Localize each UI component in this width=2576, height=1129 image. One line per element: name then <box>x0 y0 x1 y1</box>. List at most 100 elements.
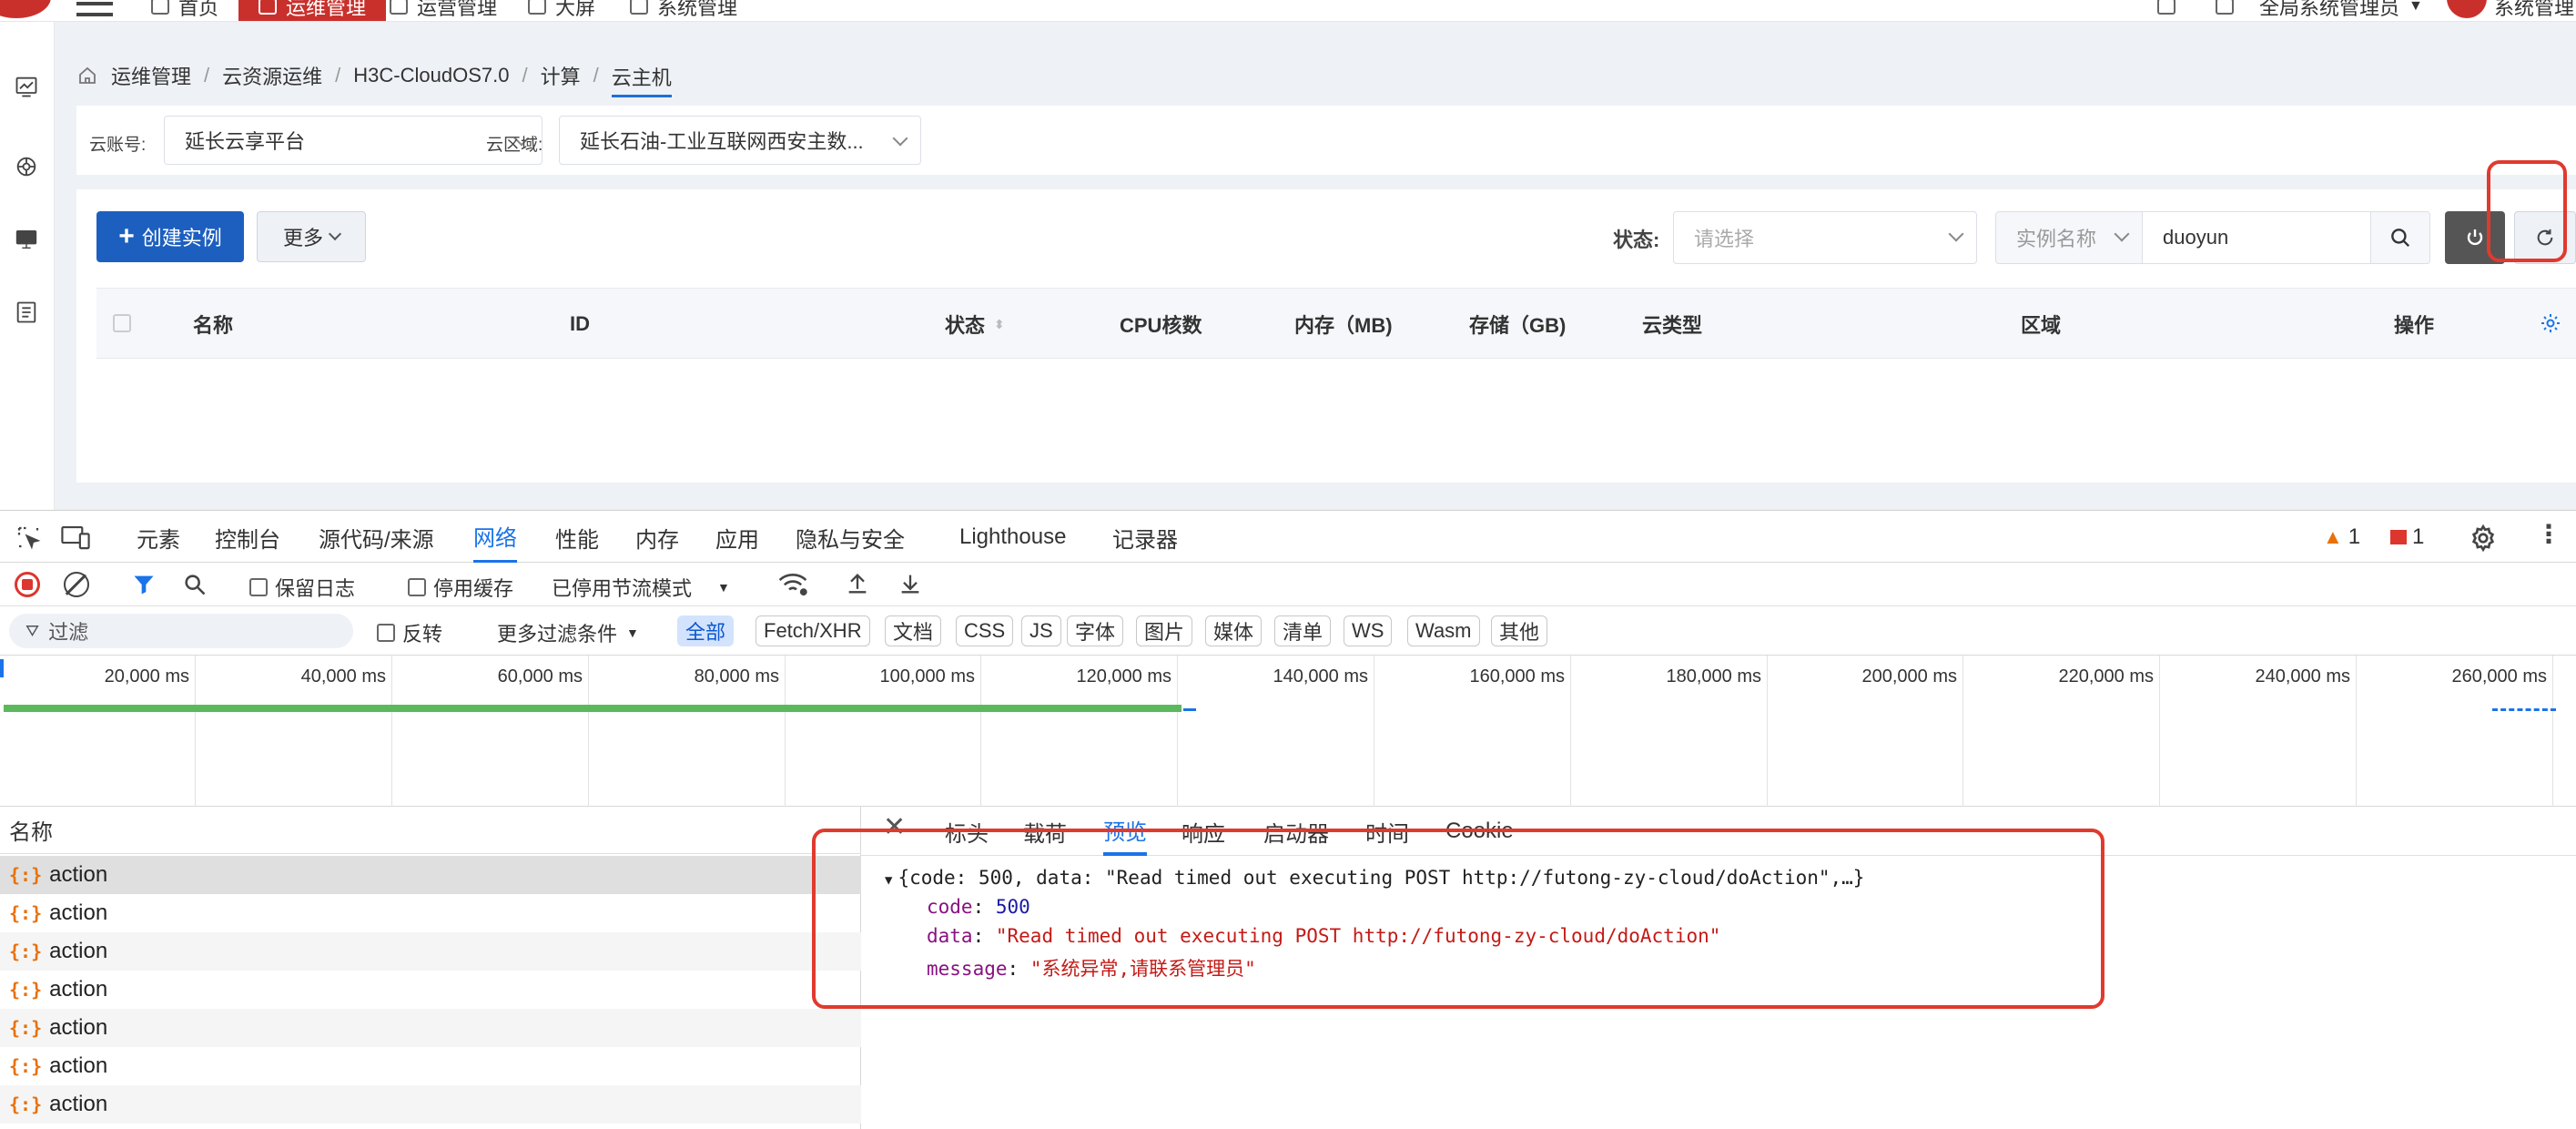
tab-elements[interactable]: 元素 <box>137 511 180 564</box>
resource-icon[interactable] <box>11 151 42 182</box>
column-header-cloud-type[interactable]: 云类型 <box>1642 289 1702 360</box>
tab-recorder[interactable]: 记录器 <box>1112 511 1178 564</box>
nav-item-ops[interactable]: 运维管理 <box>238 0 387 21</box>
tab-application[interactable]: 应用 <box>715 511 759 564</box>
table-settings-gear-icon[interactable] <box>2540 312 2561 334</box>
breadcrumb-item[interactable]: 云资源运维 <box>222 61 322 90</box>
disable-cache-checkbox[interactable] <box>408 578 426 596</box>
warnings-count[interactable]: ▲ 1 <box>2323 511 2360 564</box>
fullscreen-icon[interactable] <box>2216 0 2234 21</box>
screen-icon[interactable] <box>11 224 42 255</box>
monitor-chart-icon[interactable] <box>11 71 42 102</box>
timeline-tick: 260,000 ms <box>2357 656 2553 807</box>
network-conditions-icon[interactable] <box>777 570 808 597</box>
status-select[interactable]: 请选择 <box>1673 211 1977 264</box>
more-filters-dropdown[interactable]: 更多过滤条件 ▼ <box>497 618 639 647</box>
tab-privacy-security[interactable]: 隐私与安全 <box>796 511 905 564</box>
more-button[interactable]: 更多 <box>257 211 366 262</box>
avatar[interactable] <box>2447 0 2487 18</box>
breadcrumb-item[interactable]: H3C-CloudOS7.0 <box>353 64 509 87</box>
timeline-tick: 100,000 ms <box>786 656 981 807</box>
chevron-down-icon <box>328 227 342 241</box>
more-vertical-icon[interactable]: ⋮ <box>2536 522 2561 547</box>
request-row[interactable]: {:} action <box>0 1047 861 1085</box>
filter-chip-doc[interactable]: 文档 <box>885 615 942 646</box>
nav-item-dashboard[interactable]: 大屏 <box>528 0 595 21</box>
nav-item-home[interactable]: 首页 <box>151 0 218 21</box>
role-switcher[interactable]: 全局系统管理员 ▼ <box>2259 0 2423 21</box>
filter-chip-font[interactable]: 字体 <box>1067 615 1124 646</box>
top-navbar: 首页 运维管理 运营管理 大屏 系统管理 全局系统管理员 ▼ 系统管理 <box>0 0 2576 22</box>
column-header-name[interactable]: 名称 <box>193 289 233 360</box>
filter-chip-wasm[interactable]: Wasm <box>1407 615 1480 646</box>
record-stop-icon[interactable] <box>15 572 40 597</box>
breadcrumb-item[interactable]: 运维管理 <box>111 61 191 90</box>
search-icon[interactable] <box>182 572 208 597</box>
invert-toggle[interactable]: 反转 <box>377 618 442 647</box>
filter-chip-css[interactable]: CSS <box>956 615 1014 646</box>
request-list-header[interactable]: 名称 <box>0 807 861 854</box>
xhr-braces-icon: {:} <box>9 902 43 924</box>
network-toolbar: 保留日志 停用缓存 已停用节流模式 ▼ <box>0 563 2576 606</box>
clear-icon[interactable] <box>64 572 89 597</box>
request-row[interactable]: {:} action <box>0 894 861 932</box>
preserve-log-checkbox[interactable] <box>249 578 268 596</box>
filter-chip-media[interactable]: 媒体 <box>1205 615 1263 646</box>
request-row[interactable]: {:} action <box>0 1009 861 1047</box>
filter-funnel-icon[interactable] <box>131 572 157 597</box>
tab-lighthouse[interactable]: Lighthouse <box>959 511 1066 564</box>
import-har-icon[interactable] <box>845 570 870 597</box>
tab-network[interactable]: 网络 <box>473 511 517 564</box>
column-header-memory[interactable]: 内存（MB) <box>1294 289 1393 360</box>
request-row[interactable]: {:} action <box>0 932 861 971</box>
filter-chip-img[interactable]: 图片 <box>1136 615 1193 646</box>
create-instance-button[interactable]: + 创建实例 <box>96 211 244 262</box>
filter-chip-other[interactable]: 其他 <box>1491 615 1548 646</box>
export-har-icon[interactable] <box>898 570 923 597</box>
sort-icon: ⬍ <box>994 316 1005 331</box>
column-header-status[interactable]: 状态 ⬍ <box>945 289 1005 360</box>
request-row[interactable]: {:} action <box>0 1085 861 1124</box>
request-row[interactable]: {:} action <box>0 971 861 1009</box>
column-header-region[interactable]: 区域 <box>2021 289 2061 360</box>
list-doc-icon[interactable] <box>11 297 42 328</box>
home-icon[interactable] <box>76 65 98 86</box>
invert-checkbox[interactable] <box>377 624 395 642</box>
select-all-checkbox[interactable] <box>113 314 131 332</box>
column-header-cpu[interactable]: CPU核数 <box>1120 289 1202 360</box>
devtools-settings-gear-icon[interactable] <box>2469 524 2498 553</box>
inspect-element-icon[interactable] <box>15 524 42 551</box>
nav-item-system[interactable]: 系统管理 <box>630 0 737 21</box>
filter-chip-manifest[interactable]: 清单 <box>1274 615 1332 646</box>
filter-chip-ws[interactable]: WS <box>1344 615 1393 646</box>
filter-input[interactable]: ⛛ 过滤 <box>9 614 353 648</box>
search-field-select[interactable]: 实例名称 <box>1995 211 2143 264</box>
error-flag-icon <box>2390 530 2407 544</box>
region-select[interactable]: 延长石油-工业互联网西安主数... <box>559 116 921 165</box>
tab-sources[interactable]: 源代码/来源 <box>319 511 434 564</box>
preserve-log-toggle[interactable]: 保留日志 <box>249 573 355 602</box>
nav-item-operations[interactable]: 运营管理 <box>390 0 497 21</box>
column-header-id[interactable]: ID <box>570 289 590 360</box>
filter-chip-fetch-xhr[interactable]: Fetch/XHR <box>756 615 870 646</box>
menu-toggle-icon[interactable] <box>76 0 113 16</box>
column-header-storage[interactable]: 存储（GB) <box>1469 289 1566 360</box>
search-button[interactable] <box>2370 211 2430 264</box>
notification-icon[interactable] <box>2157 0 2175 21</box>
filter-chip-all[interactable]: 全部 <box>677 615 735 646</box>
errors-count[interactable]: 1 <box>2390 511 2424 564</box>
disable-cache-toggle[interactable]: 停用缓存 <box>408 573 513 602</box>
filter-chip-js[interactable]: JS <box>1021 615 1061 646</box>
tab-console[interactable]: 控制台 <box>215 511 280 564</box>
search-input[interactable]: duoyun <box>2142 211 2371 264</box>
network-overview-timeline[interactable]: 20,000 ms 40,000 ms 60,000 ms 80,000 ms … <box>0 656 2576 807</box>
account-label: 云账号: <box>89 136 147 155</box>
device-toggle-icon[interactable] <box>60 524 91 551</box>
throttle-select[interactable]: 已停用节流模式 ▼ <box>552 573 730 602</box>
breadcrumb-item[interactable]: 计算 <box>541 61 581 90</box>
search-icon <box>2391 229 2410 248</box>
user-name[interactable]: 系统管理 <box>2494 0 2574 21</box>
request-row[interactable]: {:} action <box>0 856 861 894</box>
tab-performance[interactable]: 性能 <box>555 511 599 564</box>
tab-memory[interactable]: 内存 <box>635 511 679 564</box>
